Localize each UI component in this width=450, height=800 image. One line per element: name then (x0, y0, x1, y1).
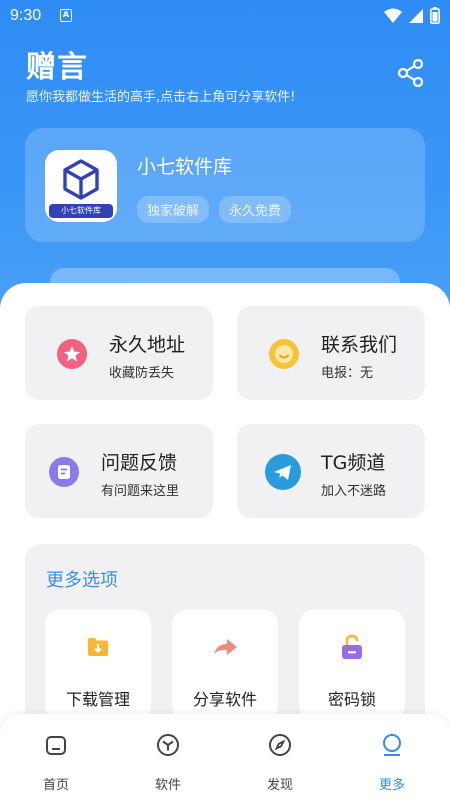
tab-discover[interactable]: 发现 (250, 732, 310, 793)
compass-icon (269, 734, 291, 756)
option-download-manager[interactable]: 下载管理 (45, 610, 151, 720)
telegram-icon (265, 454, 301, 490)
tab-software[interactable]: 软件 (138, 732, 198, 793)
app-tags: 独家破解 永久免费 (137, 196, 292, 223)
option-password-lock[interactable]: 密码锁 (299, 610, 405, 720)
feature-subtitle: 电报：无 (321, 366, 374, 381)
tab-label: 软件 (154, 778, 181, 793)
cube-icon (157, 734, 179, 756)
download-folder-icon (88, 638, 108, 656)
page-title: 赠言 (26, 50, 88, 85)
feature-subtitle: 有问题来这里 (101, 484, 180, 499)
share-button[interactable] (396, 58, 426, 88)
tab-more[interactable]: 更多 (362, 732, 422, 793)
feature-title: TG频道 (321, 452, 386, 474)
lock-icon (342, 634, 362, 659)
signal-icon (409, 8, 423, 23)
status-bar: 9:30 A (0, 0, 450, 32)
tab-label: 更多 (378, 778, 405, 793)
app-name: 小七软件库 (137, 156, 233, 178)
feature-title: 联系我们 (321, 334, 398, 356)
battery-icon (430, 7, 440, 24)
tab-label: 发现 (266, 778, 293, 793)
star-icon (57, 339, 87, 369)
feature-subtitle: 收藏防丢失 (109, 366, 175, 381)
option-share-app[interactable]: 分享软件 (172, 610, 278, 720)
page-subtitle: 愿你我都做生活的高手,点击右上角可分享软件! (26, 90, 296, 105)
feature-title: 问题反馈 (101, 452, 178, 474)
app-tag: 独家破解 (137, 196, 210, 223)
share-arrow-icon (214, 639, 237, 655)
more-icon (383, 734, 401, 756)
feature-contact-us[interactable]: 联系我们 电报：无 (237, 306, 425, 400)
home-icon (46, 736, 66, 755)
app-info-card: 小七软件库 小七软件库 独家破解 永久免费 (25, 128, 425, 242)
option-label: 下载管理 (65, 690, 130, 709)
feature-tg-channel[interactable]: TG频道 加入不迷路 (237, 424, 425, 518)
feature-title: 永久地址 (109, 334, 186, 356)
tab-label: 首页 (42, 778, 69, 793)
notification-icon: A (60, 9, 72, 22)
feature-feedback[interactable]: 问题反馈 有问题来这里 (25, 424, 213, 518)
app-tag: 永久免费 (219, 196, 292, 223)
more-options-title: 更多选项 (46, 570, 118, 591)
app-logo: 小七软件库 (45, 150, 117, 222)
feature-permanent-address[interactable]: 永久地址 收藏防丢失 (25, 306, 213, 400)
smile-icon (269, 339, 299, 369)
feedback-icon (49, 457, 79, 487)
app-logo-text: 小七软件库 (49, 204, 113, 218)
share-icon (397, 58, 424, 88)
bottom-tab-bar: 首页 软件 发现 更多 (0, 714, 450, 800)
wifi-icon (384, 8, 402, 23)
status-icons (384, 7, 440, 24)
status-time: 9:30 (10, 7, 42, 24)
option-label: 密码锁 (327, 690, 376, 709)
option-label: 分享软件 (192, 690, 257, 709)
cube-logo-icon (63, 159, 99, 200)
tab-home[interactable]: 首页 (26, 732, 86, 793)
feature-subtitle: 加入不迷路 (321, 484, 387, 499)
